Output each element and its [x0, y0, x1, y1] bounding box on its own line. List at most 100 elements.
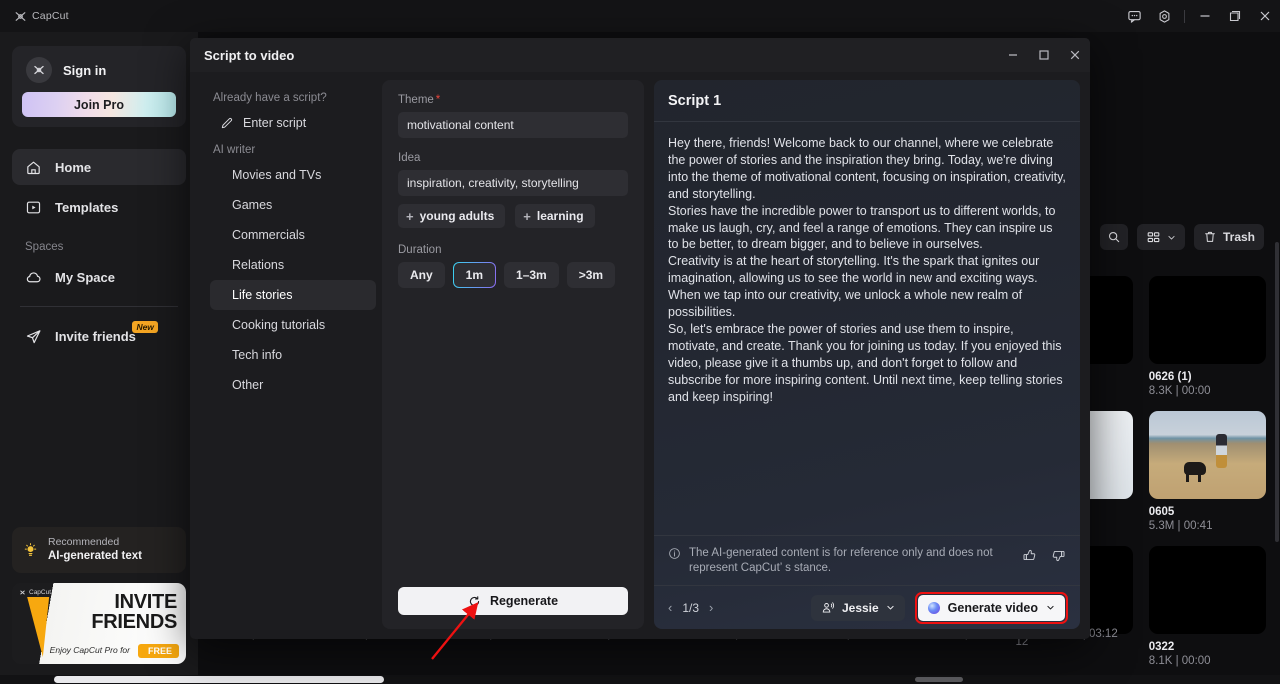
refresh-icon: [469, 595, 480, 606]
tag-young-adults[interactable]: + young adults: [398, 204, 506, 228]
media-card-meta: 8.3K | 00:00: [1148, 385, 1211, 397]
horizontal-scrollbar[interactable]: [0, 675, 1280, 684]
dialog-category-games[interactable]: Games: [210, 190, 376, 220]
sidebar-item-invite-friends[interactable]: Invite friends New: [12, 318, 186, 354]
templates-icon: [26, 201, 41, 213]
window-maximize-button[interactable]: [1220, 0, 1250, 32]
banner-fold-decoration: [20, 597, 50, 657]
dialog-maximize-button[interactable]: [1028, 38, 1059, 72]
scrollbar-thumb[interactable]: [54, 676, 384, 683]
duration-label: >3m: [578, 268, 604, 282]
regenerate-button[interactable]: Regenerate: [398, 587, 628, 615]
sign-in-button[interactable]: Sign in: [22, 55, 176, 92]
workspace-toolbar: Trash: [1099, 224, 1264, 250]
theme-label-text: Theme: [398, 94, 434, 106]
duration-option-1-3m[interactable]: 1–3m: [504, 262, 559, 288]
category-label: Life stories: [232, 288, 293, 302]
workspace-vertical-scrollbar[interactable]: [1275, 242, 1279, 542]
dialog-category-tech-info[interactable]: Tech info: [210, 340, 376, 370]
media-card-title: 0626 (1): [1148, 371, 1192, 383]
dialog-body: Already have a script? Enter script AI w…: [190, 72, 1090, 639]
script-text[interactable]: Hey there, friends! Welcome back to our …: [654, 122, 1080, 535]
prev-script-button[interactable]: ‹: [668, 600, 672, 615]
dialog-category-other[interactable]: Other: [210, 370, 376, 400]
disclaimer-text: The AI-generated content is for referenc…: [689, 547, 993, 574]
idea-input[interactable]: inspiration, creativity, storytelling: [398, 170, 628, 196]
voice-selector[interactable]: Jessie: [810, 594, 905, 621]
thumbs-up-icon[interactable]: [1022, 548, 1037, 563]
category-label: Cooking tutorials: [232, 318, 326, 332]
idea-suggestion-tags: + young adults + learning: [398, 204, 628, 228]
chevron-down-icon: [887, 605, 894, 610]
duration-options: Any 1m 1–3m >3m: [398, 262, 628, 288]
sidebar-item-my-space[interactable]: My Space: [12, 259, 186, 295]
ai-disclaimer: The AI-generated content is for referenc…: [654, 535, 1080, 585]
media-thumbnail: [1148, 276, 1266, 364]
dialog-minimize-button[interactable]: [997, 38, 1028, 72]
generate-video-button[interactable]: Generate video: [917, 594, 1065, 621]
window-close-button[interactable]: [1250, 0, 1280, 32]
window-controls: [1119, 0, 1280, 32]
duration-option-over-3m[interactable]: >3m: [566, 262, 616, 288]
category-label: Movies and TVs: [232, 168, 322, 182]
settings-gear-icon[interactable]: [1149, 0, 1179, 32]
tag-learning[interactable]: + learning: [515, 204, 595, 228]
thumbs-down-icon[interactable]: [1051, 548, 1066, 563]
sign-in-label: Sign in: [63, 62, 107, 78]
theme-input[interactable]: motivational content: [398, 112, 628, 138]
script-parameters-form: Theme * motivational content Idea inspira…: [382, 80, 644, 629]
script-panel-footer: ‹ 1/3 › Jessie Generate video: [654, 585, 1080, 629]
info-icon: [669, 548, 680, 559]
media-card[interactable]: 0605 5.3M | 00:41: [1148, 411, 1266, 532]
sparkle-dot-icon: [927, 601, 940, 614]
dialog-category-relations[interactable]: Relations: [210, 250, 376, 280]
voice-label: Jessie: [841, 600, 879, 615]
grid-view-selector[interactable]: [1136, 224, 1185, 250]
sidebar-item-home[interactable]: Home: [12, 149, 186, 185]
recommended-ai-text-card[interactable]: Recommended AI-generated text: [12, 527, 186, 573]
script-title: Script 1: [668, 92, 722, 109]
media-card[interactable]: 0626 (1) 8.3K | 00:00: [1148, 276, 1266, 397]
trash-icon: [1205, 231, 1215, 242]
titlebar-divider: [1184, 9, 1185, 23]
join-pro-button[interactable]: Join Pro: [22, 92, 176, 117]
next-script-button[interactable]: ›: [709, 600, 713, 615]
category-label: Games: [232, 198, 273, 212]
category-label: Relations: [232, 258, 285, 272]
feedback-icon[interactable]: [1119, 0, 1149, 32]
category-label: Tech info: [232, 348, 283, 362]
idea-input-value: inspiration, creativity, storytelling: [407, 176, 579, 190]
regenerate-label: Regenerate: [489, 594, 559, 608]
dialog-window-controls: [997, 38, 1090, 72]
sidebar-item-templates[interactable]: Templates: [12, 189, 186, 225]
invite-friends-banner[interactable]: CapCut INVITE FRIENDS Enjoy CapCut Pro f…: [12, 583, 186, 664]
avatar: [26, 57, 52, 83]
trash-button[interactable]: Trash: [1193, 224, 1264, 250]
scrollbar-thumb-secondary[interactable]: [915, 677, 963, 682]
sidebar-item-templates-label: Templates: [55, 199, 119, 215]
banner-logo-label: CapCut: [29, 589, 52, 596]
chevron-down-icon: [1047, 605, 1054, 610]
sidebar-item-my-space-label: My Space: [55, 269, 115, 285]
window-minimize-button[interactable]: [1190, 0, 1220, 32]
idea-field-label: Idea: [398, 152, 421, 164]
media-thumbnail: [1148, 546, 1266, 634]
sidebar-divider: [20, 306, 178, 307]
enter-script-button[interactable]: Enter script: [210, 108, 376, 138]
search-icon[interactable]: [1099, 224, 1128, 250]
generate-video-label: Generate video: [947, 600, 1038, 615]
duration-label: Any: [410, 268, 433, 282]
duration-option-any[interactable]: Any: [398, 262, 445, 288]
duration-option-1m[interactable]: 1m: [453, 262, 496, 288]
feedback-actions: [1022, 546, 1066, 563]
dialog-category-movies-and-tvs[interactable]: Movies and TVs: [210, 160, 376, 190]
ai-writer-heading: AI writer: [213, 144, 256, 156]
dialog-category-commercials[interactable]: Commercials: [210, 220, 376, 250]
sidebar-nav: Home Templates Spaces My Space Invite fr…: [12, 149, 186, 354]
dialog-category-cooking-tutorials[interactable]: Cooking tutorials: [210, 310, 376, 340]
tag-label: young adults: [419, 209, 495, 223]
page-indicator: 1/3: [682, 600, 700, 615]
dialog-category-life-stories[interactable]: Life stories: [210, 280, 376, 310]
enter-script-label: Enter script: [243, 116, 307, 130]
dialog-close-button[interactable]: [1059, 38, 1090, 72]
